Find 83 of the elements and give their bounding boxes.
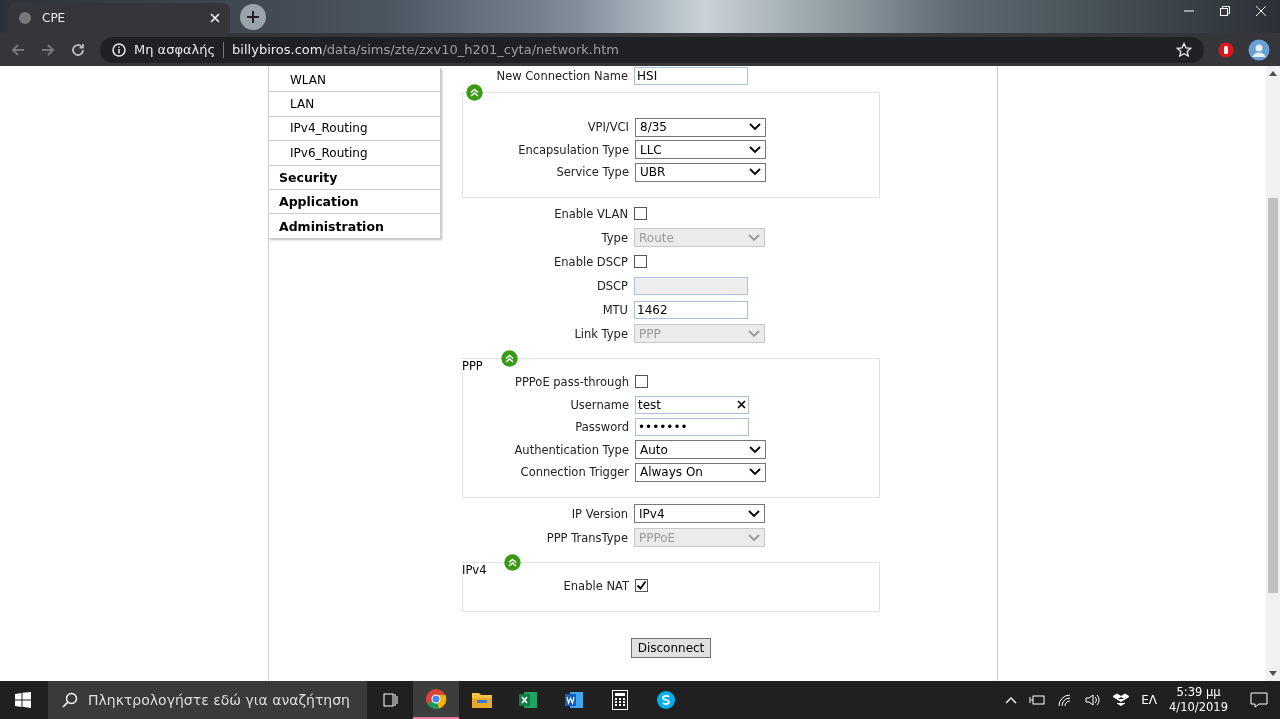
field-label: Password (574, 420, 629, 435)
section-title: IPv4 (462, 562, 487, 577)
dropdown[interactable]: 8/35 (635, 117, 766, 137)
dropdown[interactable]: Auto (635, 440, 766, 460)
field-label: Service Type (555, 165, 629, 180)
restore-icon[interactable] (1220, 6, 1230, 16)
field-label: Type (600, 230, 628, 245)
search-icon (62, 692, 78, 708)
field-label: DSCP (595, 278, 628, 293)
new-tab-button[interactable] (240, 4, 266, 30)
collapse-icon[interactable] (504, 553, 522, 571)
checkbox[interactable] (634, 207, 647, 220)
scroll-down-icon[interactable] (1269, 671, 1277, 677)
field-label: MTU (601, 302, 628, 317)
field-label: PPP TransType (545, 530, 628, 545)
scroll-up-icon[interactable] (1269, 70, 1277, 76)
language-indicator[interactable]: ΕΛ (1141, 693, 1158, 707)
caret-icon (749, 468, 761, 477)
field-label: Enable NAT (562, 578, 629, 593)
extension-icon[interactable] (1218, 41, 1234, 58)
field-label: Authentication Type (513, 442, 629, 457)
caret-icon (748, 533, 760, 542)
collapse-icon[interactable] (466, 84, 483, 101)
security-label: Μη ασφαλής (134, 42, 216, 57)
sidebar-item[interactable]: LAN (269, 92, 440, 117)
caret-icon (748, 233, 760, 242)
dropdown[interactable]: Always On (635, 462, 766, 482)
caret-icon (749, 123, 761, 132)
dropdown[interactable]: LLC (635, 140, 766, 160)
sidebar-item[interactable]: IPv6_Routing (269, 141, 440, 166)
caret-icon (748, 509, 760, 518)
star-icon[interactable] (1176, 41, 1192, 58)
notification-icon[interactable] (1250, 692, 1268, 708)
caret-icon (749, 445, 761, 454)
sidebar-item[interactable]: Security (269, 165, 440, 190)
forward-icon[interactable] (40, 41, 56, 58)
dropdown[interactable]: IPv4 (634, 504, 765, 523)
caret-icon (749, 168, 761, 177)
field-label: Connection Trigger (519, 465, 629, 480)
field-label: PPPoE pass-through (513, 374, 629, 389)
caret-icon (749, 145, 761, 154)
clock[interactable]: 5:39 μμ 4/10/2019 (1169, 685, 1228, 715)
tab-title: CPE (42, 11, 67, 25)
speaker-icon[interactable] (1085, 693, 1102, 707)
section-title: PPP (462, 358, 483, 373)
field-label: Encapsulation Type (517, 142, 629, 157)
checkbox[interactable] (635, 375, 648, 388)
reload-icon[interactable] (70, 41, 86, 58)
chevron-up-icon[interactable] (1005, 696, 1018, 704)
input-field[interactable]: 1462 (634, 300, 748, 319)
scrollbar-thumb[interactable] (1268, 198, 1278, 593)
dropdown[interactable]: UBR (635, 162, 766, 182)
back-icon[interactable] (10, 41, 26, 58)
close-icon[interactable] (737, 400, 746, 410)
field-label: VPI/VCI (586, 120, 629, 135)
chrome-icon[interactable] (413, 681, 459, 719)
field-label: New Connection Name (495, 69, 628, 83)
field-label: Enable DSCP (553, 254, 628, 269)
field-label: IP Version (570, 506, 628, 521)
input-field[interactable]: test (635, 395, 749, 414)
address-bar[interactable]: Μη ασφαλής billybiros.com/data/sims/zte/zxv10_h201_cyta/network.htm (100, 36, 1204, 63)
field-label: Link Type (573, 326, 628, 341)
avatar-icon[interactable] (1248, 38, 1270, 61)
windows-icon[interactable] (15, 692, 31, 708)
sidebar-item[interactable]: WLAN (269, 68, 440, 93)
battery-icon[interactable] (1029, 694, 1046, 706)
search-field[interactable]: Πληκτρολογήστε εδώ για αναζήτηση (48, 681, 367, 719)
info-icon[interactable] (112, 42, 126, 57)
plus-icon (246, 10, 260, 24)
sidebar-item[interactable]: IPv4_Routing (269, 116, 440, 142)
sidebar-item[interactable]: Administration (269, 214, 440, 239)
checkbox[interactable] (635, 579, 648, 592)
disconnect-button[interactable]: Disconnect (630, 637, 712, 658)
collapse-icon[interactable] (500, 349, 518, 367)
input-field[interactable]: ••••••• (635, 418, 749, 437)
url-text: billybiros.com/data/sims/zte/zxv10_h201_cyta/network.htm (232, 42, 619, 57)
input-field[interactable]: HSI (634, 67, 748, 85)
field-label: Enable VLAN (553, 206, 628, 221)
sidebar-item[interactable]: Application (269, 189, 440, 215)
caret-icon (748, 329, 760, 338)
checkbox[interactable] (634, 255, 647, 268)
field-label: Username (569, 397, 629, 412)
browser-tab[interactable]: CPE (8, 3, 230, 33)
